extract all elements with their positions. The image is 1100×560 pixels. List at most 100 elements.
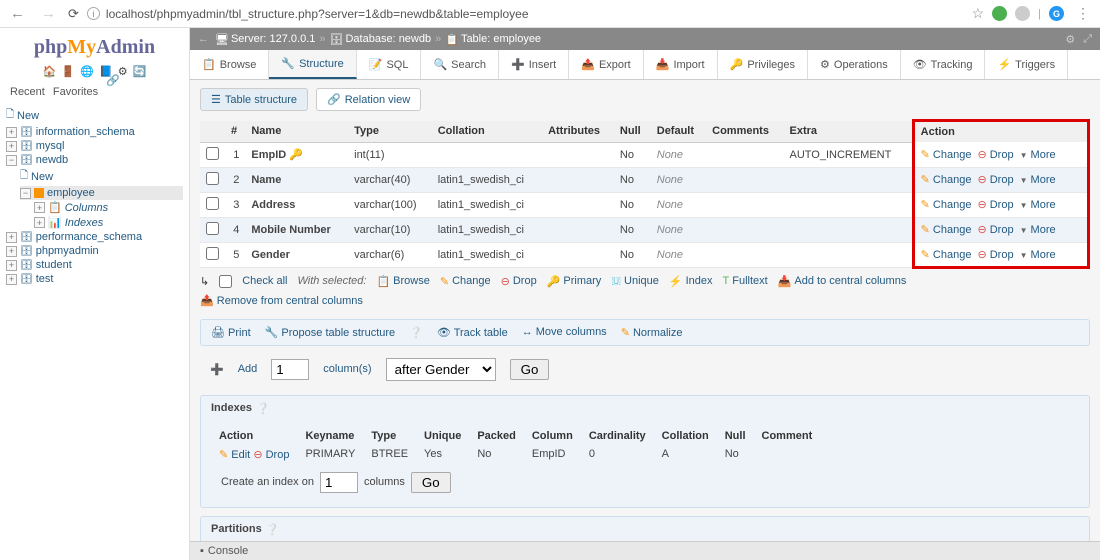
tab-sql[interactable]: 📝SQL: [357, 50, 422, 79]
create-index-go[interactable]: Go: [411, 472, 451, 493]
extension-icon-2[interactable]: [1015, 6, 1030, 21]
drop-link[interactable]: ⊖ Drop: [977, 199, 1013, 211]
more-link[interactable]: ▼ More: [1020, 174, 1056, 186]
change-link[interactable]: ✎ Change: [921, 149, 972, 161]
subtab-relation-view[interactable]: 🔗Relation view: [316, 88, 421, 111]
bulk-primary[interactable]: 🔑Primary: [547, 275, 602, 288]
tree-indexes[interactable]: +📊Indexes: [34, 215, 183, 230]
tree-new-table[interactable]: 🗋New: [20, 167, 183, 186]
extension-icon-1[interactable]: [992, 6, 1007, 21]
row-checkbox[interactable]: [206, 147, 219, 160]
tree-db[interactable]: +🗄student: [6, 258, 183, 272]
index-edit[interactable]: ✎ Edit: [219, 449, 250, 461]
tab-tracking[interactable]: 👁Tracking: [901, 50, 986, 79]
tab-insert[interactable]: ➕Insert: [499, 50, 569, 79]
bookmark-icon[interactable]: ☆: [972, 5, 985, 22]
subtab-table-structure[interactable]: ☰Table structure: [200, 88, 308, 111]
tree-db[interactable]: +🗄performance_schema: [6, 230, 183, 244]
settings-icon[interactable]: ⚙: [1065, 33, 1075, 46]
chevron-down-icon: ▼: [1020, 201, 1028, 210]
sidebar-tab-recent[interactable]: Recent: [10, 86, 45, 98]
drop-link[interactable]: ⊖ Drop: [977, 224, 1013, 236]
breadcrumb-server[interactable]: 127.0.0.1: [270, 33, 316, 45]
propose-link[interactable]: 🔧 Propose table structure: [265, 326, 396, 339]
bulk-change[interactable]: ✎Change: [440, 275, 491, 288]
row-checkbox[interactable]: [206, 197, 219, 210]
tab-privileges[interactable]: 🔑Privileges: [718, 50, 808, 79]
address-bar[interactable]: i localhost/phpmyadmin/tbl_structure.php…: [87, 7, 964, 21]
tree-db[interactable]: +🗄phpmyadmin: [6, 244, 183, 258]
add-count-input[interactable]: [271, 359, 309, 380]
bulk-unique[interactable]: 🇺Unique: [611, 275, 659, 288]
change-link[interactable]: ✎ Change: [921, 174, 972, 186]
globe-icon[interactable]: 🌐: [80, 66, 94, 78]
help-icon[interactable]: ❔: [256, 402, 270, 415]
bulk-add-central[interactable]: 📥Add to central columns: [778, 275, 907, 288]
tab-import[interactable]: 📥Import: [644, 50, 718, 79]
tree-db[interactable]: +🗄information_schema: [6, 125, 183, 139]
track-link[interactable]: 👁 Track table: [437, 326, 508, 339]
back-button[interactable]: ←: [6, 5, 29, 22]
create-index-count[interactable]: [320, 472, 358, 493]
normalize-link[interactable]: ✎ Normalize: [621, 326, 683, 339]
change-link[interactable]: ✎ Change: [921, 249, 972, 261]
change-link[interactable]: ✎ Change: [921, 224, 972, 236]
drop-link[interactable]: ⊖ Drop: [977, 149, 1013, 161]
idx-header: Packed: [469, 427, 524, 445]
check-all-link[interactable]: Check all: [242, 275, 287, 287]
bulk-fulltext[interactable]: TFulltext: [723, 275, 768, 287]
link-icon[interactable]: 🔗: [106, 74, 120, 98]
more-link[interactable]: ▼ More: [1020, 224, 1056, 236]
tab-operations[interactable]: ⚙Operations: [808, 50, 901, 79]
sidebar-tab-favorites[interactable]: Favorites: [53, 86, 98, 98]
tree-table-employee[interactable]: −employee: [20, 186, 183, 200]
move-link[interactable]: ↔ Move columns: [522, 326, 607, 338]
add-position-select[interactable]: after Gender: [386, 358, 496, 381]
change-link[interactable]: ✎ Change: [921, 199, 972, 211]
add-go-button[interactable]: Go: [510, 359, 550, 380]
drop-link[interactable]: ⊖ Drop: [977, 249, 1013, 261]
breadcrumb-table[interactable]: employee: [493, 33, 541, 45]
bulk-remove-central[interactable]: 📤 Remove from central columns: [200, 295, 363, 307]
help-icon[interactable]: ❔: [409, 326, 423, 339]
relation-icon: 🔗: [327, 93, 341, 106]
tree-db-newdb[interactable]: −🗄newdb: [6, 153, 183, 167]
breadcrumb-toggle[interactable]: ←: [198, 33, 209, 45]
help-icon[interactable]: ❔: [266, 523, 280, 536]
tree-columns[interactable]: +📋Columns: [34, 200, 183, 215]
more-link[interactable]: ▼ More: [1020, 199, 1056, 211]
home-icon[interactable]: 🏠: [43, 66, 57, 78]
print-link[interactable]: 🖨 Print: [211, 326, 251, 339]
tree-new[interactable]: 🗋New: [6, 106, 183, 125]
row-checkbox[interactable]: [206, 222, 219, 235]
tab-triggers[interactable]: ⚡Triggers: [985, 50, 1068, 79]
reload-button[interactable]: ⟳: [68, 6, 79, 22]
more-link[interactable]: ▼ More: [1020, 249, 1056, 261]
bulk-drop[interactable]: ⊖Drop: [501, 275, 537, 288]
exit-icon[interactable]: 🚪: [61, 66, 75, 78]
tab-structure[interactable]: 🔧Structure: [269, 50, 356, 79]
database-icon: 🗄: [330, 33, 344, 46]
tree-db[interactable]: +🗄mysql: [6, 139, 183, 153]
more-link[interactable]: ▼ More: [1020, 149, 1056, 161]
tab-export[interactable]: 📤Export: [569, 50, 644, 79]
console-bar[interactable]: ▪ Console: [190, 541, 1100, 560]
reload-icon[interactable]: 🔄: [133, 66, 147, 78]
expand-icon[interactable]: ⤢: [1083, 33, 1092, 46]
indexes-panel: Indexes ❔ ActionKeynameTypeUniquePackedC…: [200, 395, 1090, 508]
tab-search[interactable]: 🔍Search: [421, 50, 499, 79]
checkall-checkbox[interactable]: [219, 275, 232, 288]
profile-icon[interactable]: G: [1049, 6, 1064, 21]
tab-browse[interactable]: 📋Browse: [190, 50, 269, 79]
index-drop[interactable]: ⊖ Drop: [253, 449, 289, 461]
bulk-index[interactable]: ⚡Index: [669, 275, 713, 288]
tree-db[interactable]: +🗄test: [6, 272, 183, 286]
row-checkbox[interactable]: [206, 247, 219, 260]
drop-link[interactable]: ⊖ Drop: [977, 174, 1013, 186]
breadcrumb-db[interactable]: newdb: [399, 33, 431, 45]
menu-icon[interactable]: ⋮: [1072, 5, 1094, 22]
logo[interactable]: phpMyAdmin: [6, 32, 183, 63]
forward-button[interactable]: →: [37, 5, 60, 22]
row-checkbox[interactable]: [206, 172, 219, 185]
bulk-browse[interactable]: 📋Browse: [376, 275, 429, 288]
